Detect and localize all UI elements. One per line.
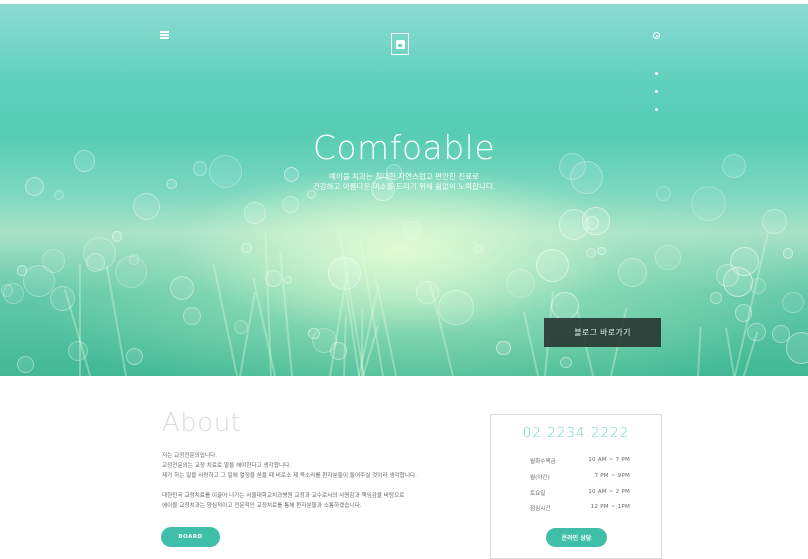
board-button[interactable]: BOARD bbox=[161, 527, 220, 547]
grass-blade bbox=[345, 287, 361, 376]
bokeh-circle bbox=[749, 278, 766, 295]
hours-time: 10 AM ~ 7 PM bbox=[588, 457, 630, 463]
bokeh-circle bbox=[438, 290, 474, 326]
about-text-line: 대한민국 교정치료를 이끌어 나가는 서울대학교치과병원 교정과 교수로서의 사… bbox=[162, 493, 405, 499]
bokeh-circle bbox=[41, 249, 65, 273]
hours-time: 10 AM ~ 2 PM bbox=[588, 489, 630, 495]
hours-row: 점심시간 12 PM ~ 1PM bbox=[530, 504, 630, 514]
hours-day: 월(야간) bbox=[530, 475, 550, 481]
hamburger-menu-icon[interactable] bbox=[160, 31, 169, 39]
bokeh-circle bbox=[183, 307, 201, 326]
bokeh-circle bbox=[785, 332, 808, 364]
bokeh-circle bbox=[585, 248, 596, 258]
hours-day: 점심시간 bbox=[530, 506, 551, 512]
grass-blade bbox=[212, 264, 239, 376]
logo-a-icon bbox=[395, 39, 405, 49]
bokeh-circle bbox=[416, 281, 440, 304]
grass-blade bbox=[252, 277, 277, 376]
contact-box: 02.2234.2222 월화수목금 10 AM ~ 7 PM 월(야간) 7 … bbox=[490, 414, 662, 559]
bokeh-circle bbox=[535, 248, 569, 282]
bokeh-circle bbox=[308, 327, 320, 340]
hours-time: 7 PM ~ 9PM bbox=[594, 473, 630, 479]
bokeh-circle bbox=[170, 276, 195, 301]
hours-time: 12 PM ~ 1PM bbox=[590, 504, 630, 510]
grass-blade bbox=[725, 327, 736, 376]
about-text-line: 교정전문의는 교정 치료로 말을 해야한다고 생각합니다. bbox=[162, 463, 292, 469]
bokeh-circle bbox=[734, 304, 753, 322]
hours-row: 월(야간) 7 PM ~ 9PM bbox=[530, 473, 630, 483]
bokeh-circle bbox=[560, 356, 572, 369]
bokeh-circle bbox=[505, 269, 535, 299]
bokeh-circle bbox=[2, 283, 24, 305]
bokeh-circle bbox=[597, 247, 606, 256]
grass-blade bbox=[523, 311, 540, 376]
slide-dot-4[interactable] bbox=[655, 108, 658, 111]
online-consult-button[interactable]: 온라인 상담 bbox=[546, 528, 607, 547]
hours-day: 월화수목금 bbox=[530, 459, 556, 465]
bokeh-circle bbox=[284, 275, 293, 285]
bokeh-circle bbox=[329, 342, 348, 360]
logo[interactable] bbox=[391, 33, 409, 55]
hero-subtitle-line2: 건강하고 아름다운 미소를 드리기 위해 쉼없이 노력합니다. bbox=[312, 182, 496, 191]
hours-day: 토요일 bbox=[530, 491, 546, 497]
about-text-line: 에이블 교정치과는 양심적이고 전문적인 교정치료를 통해 환자분들과 소통하겠… bbox=[162, 503, 362, 509]
bokeh-circle bbox=[133, 193, 161, 220]
bokeh-circle bbox=[782, 248, 794, 259]
bokeh-circle bbox=[328, 256, 362, 290]
slide-dot-3[interactable] bbox=[655, 90, 658, 93]
grass-blade bbox=[696, 327, 702, 376]
bokeh-circle bbox=[49, 285, 75, 311]
bokeh-circle bbox=[747, 322, 767, 342]
bokeh-circle bbox=[474, 244, 484, 254]
grass-blade bbox=[264, 230, 273, 376]
hero-title: Comfoable bbox=[312, 128, 496, 167]
hours-row: 토요일 10 AM ~ 2 PM bbox=[530, 489, 630, 499]
blog-link-button[interactable]: 블로그 바로가기 bbox=[544, 318, 661, 347]
slide-dot-1[interactable] bbox=[653, 32, 660, 39]
bokeh-circle bbox=[730, 246, 760, 276]
bokeh-circle bbox=[762, 209, 787, 234]
bokeh-circle bbox=[782, 291, 804, 313]
bokeh-circle bbox=[244, 202, 266, 224]
bokeh-circle bbox=[111, 231, 123, 242]
top-divider bbox=[0, 0, 808, 4]
bokeh-circle bbox=[125, 347, 143, 365]
bokeh-circle bbox=[710, 292, 722, 304]
bokeh-circle bbox=[17, 356, 34, 374]
bokeh-circle bbox=[282, 196, 300, 214]
about-text-line: 제가 하는 일을 사랑하고 그 일에 열정을 쏟을 때 비로소 제 목소리를 환… bbox=[162, 473, 417, 479]
bokeh-circle bbox=[551, 291, 579, 320]
hero-subtitle-line1: 예이블 치과는 최대한 자연스럽고 편안한 진료로 bbox=[329, 172, 479, 181]
grass-blade bbox=[279, 251, 293, 376]
bokeh-circle bbox=[241, 242, 252, 254]
bokeh-circle bbox=[128, 254, 140, 265]
bokeh-circle bbox=[402, 221, 423, 241]
bokeh-circle bbox=[559, 209, 590, 240]
bokeh-circle bbox=[82, 237, 117, 271]
slide-dot-2[interactable] bbox=[655, 72, 658, 75]
about-text-line: 저는 교정전문의입니다. bbox=[162, 453, 218, 459]
hours-row: 월화수목금 10 AM ~ 7 PM bbox=[530, 457, 630, 467]
hero-section: Comfoable 예이블 치과는 최대한 자연스럽고 편안한 진료로 건강하고… bbox=[0, 0, 808, 376]
bokeh-circle bbox=[655, 244, 682, 271]
bokeh-circle bbox=[496, 340, 511, 356]
about-title: About bbox=[162, 408, 242, 438]
phone-number: 02.2234.2222 bbox=[522, 425, 630, 441]
bokeh-circle bbox=[618, 257, 648, 287]
bokeh-circle bbox=[265, 269, 283, 287]
